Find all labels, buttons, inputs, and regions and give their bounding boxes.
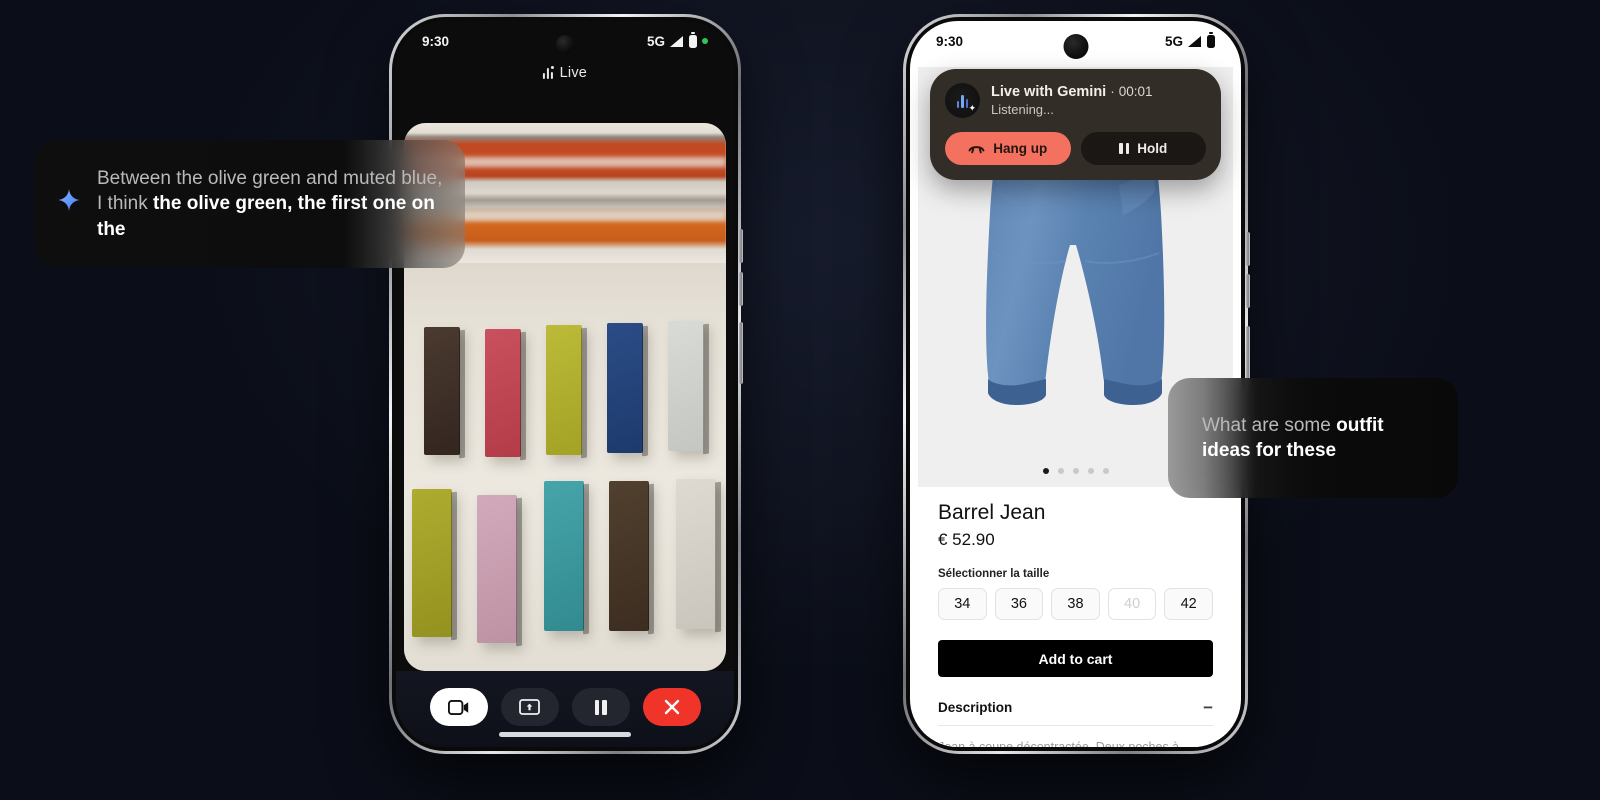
caption-right-bold-1: outfit	[1336, 414, 1384, 436]
carousel-dot[interactable]	[1057, 468, 1064, 474]
video-camera-icon	[448, 699, 469, 715]
description-heading: Description	[938, 700, 1013, 715]
size-selector-label: Sélectionner la taille	[938, 568, 1050, 580]
carousel-dot[interactable]	[1072, 468, 1079, 474]
hold-label: Hold	[1137, 141, 1168, 156]
caption-right-text: What are some outfit ideas for these	[1202, 413, 1384, 463]
pause-icon	[594, 699, 607, 715]
volume-up-button[interactable]	[1246, 232, 1250, 266]
gemini-call-timer: 00:01	[1118, 84, 1153, 99]
gemini-live-card: ✦ Live with Gemini · 00:01 Listening...	[930, 69, 1221, 180]
product-details: Barrel Jean € 52.90 Sélectionner la tail…	[918, 487, 1233, 747]
color-block	[546, 325, 582, 455]
color-block	[544, 481, 584, 631]
product-price: € 52.90	[938, 530, 995, 549]
size-option-36[interactable]: 36	[994, 588, 1044, 620]
front-camera-punch-hole	[556, 35, 574, 53]
gemini-sparkle-icon	[57, 188, 81, 219]
volume-down-button[interactable]	[1246, 274, 1250, 308]
hang-up-button[interactable]: Hang up	[945, 132, 1071, 165]
green-recording-dot	[702, 38, 708, 44]
description-text: Jean à coupe décontractée. Deux poches à…	[938, 740, 1180, 747]
status-network: 5G	[646, 33, 665, 49]
color-block	[477, 495, 517, 643]
phone-hangup-icon	[968, 146, 985, 154]
hang-up-label: Hang up	[993, 141, 1048, 156]
gemini-title-separator: ·	[1110, 84, 1115, 99]
battery-icon	[689, 32, 697, 48]
color-block	[607, 323, 643, 453]
gemini-live-avatar-icon: ✦	[945, 83, 980, 118]
home-indicator[interactable]	[499, 732, 631, 737]
volume-down-button[interactable]	[739, 272, 743, 306]
description-header[interactable]: Description −	[938, 699, 1213, 726]
gemini-title-text: Live with Gemini	[991, 84, 1107, 100]
caption-right-normal: What are some	[1202, 414, 1337, 436]
size-option-40-disabled: 40	[1107, 588, 1157, 620]
pause-button[interactable]	[571, 688, 630, 726]
color-block	[424, 327, 460, 455]
carousel-dot-active[interactable]	[1042, 468, 1049, 474]
gemini-status-text: Listening...	[991, 102, 1054, 117]
power-button[interactable]	[1246, 326, 1250, 386]
camera-toggle-button[interactable]	[429, 688, 488, 726]
gemini-card-actions: Hang up Hold	[945, 132, 1206, 165]
live-audio-icon	[542, 66, 554, 79]
left-phone-screen: 9:30 5G Live	[396, 21, 734, 747]
size-option-42[interactable]: 42	[1164, 588, 1213, 620]
size-option-38[interactable]: 38	[1051, 588, 1100, 620]
screen-share-icon	[519, 699, 540, 715]
status-network: 5G	[1164, 33, 1183, 49]
close-x-icon	[664, 699, 679, 715]
size-option-34[interactable]: 34	[938, 588, 987, 620]
caption-right-bold-2: ideas for these	[1202, 440, 1337, 461]
status-time: 9:30	[936, 33, 964, 49]
volume-up-button[interactable]	[739, 229, 743, 263]
gemini-card-header: ✦ Live with Gemini · 00:01 Listening...	[945, 83, 1206, 118]
carousel-dot[interactable]	[1102, 468, 1109, 474]
caption-left-text: Between the olive green and muted blue, …	[97, 166, 443, 241]
left-phone-device: 9:30 5G Live	[389, 14, 743, 754]
sparkle-icon: ✦	[968, 103, 976, 113]
user-caption-right: What are some outfit ideas for these	[1168, 378, 1458, 498]
color-block	[676, 479, 716, 629]
front-camera-punch-hole	[1063, 34, 1088, 59]
add-to-cart-button[interactable]: Add to cart	[938, 640, 1213, 677]
signal-bars-icon	[670, 35, 684, 47]
gemini-card-title: Live with Gemini · 00:01	[991, 84, 1153, 100]
color-block	[412, 489, 452, 637]
carousel-dot[interactable]	[1087, 468, 1094, 474]
battery-icon	[1207, 32, 1215, 48]
share-screen-button[interactable]	[500, 688, 559, 726]
live-chip: Live	[542, 65, 588, 81]
minus-icon[interactable]: −	[1203, 699, 1213, 716]
pause-icon	[1119, 143, 1130, 154]
size-selector[interactable]: 34 36 38 40 42	[918, 580, 1233, 620]
gemini-caption-left: Between the olive green and muted blue, …	[35, 140, 465, 268]
live-chip-label: Live	[559, 65, 588, 81]
color-block	[485, 329, 521, 457]
status-time: 9:30	[422, 33, 450, 49]
hold-button[interactable]: Hold	[1080, 132, 1206, 165]
color-block	[609, 481, 649, 631]
end-call-button[interactable]	[642, 688, 701, 726]
carousel-dots[interactable]	[1042, 468, 1109, 474]
signal-bars-icon	[1188, 35, 1202, 47]
color-block	[668, 321, 704, 451]
power-button[interactable]	[739, 322, 743, 384]
